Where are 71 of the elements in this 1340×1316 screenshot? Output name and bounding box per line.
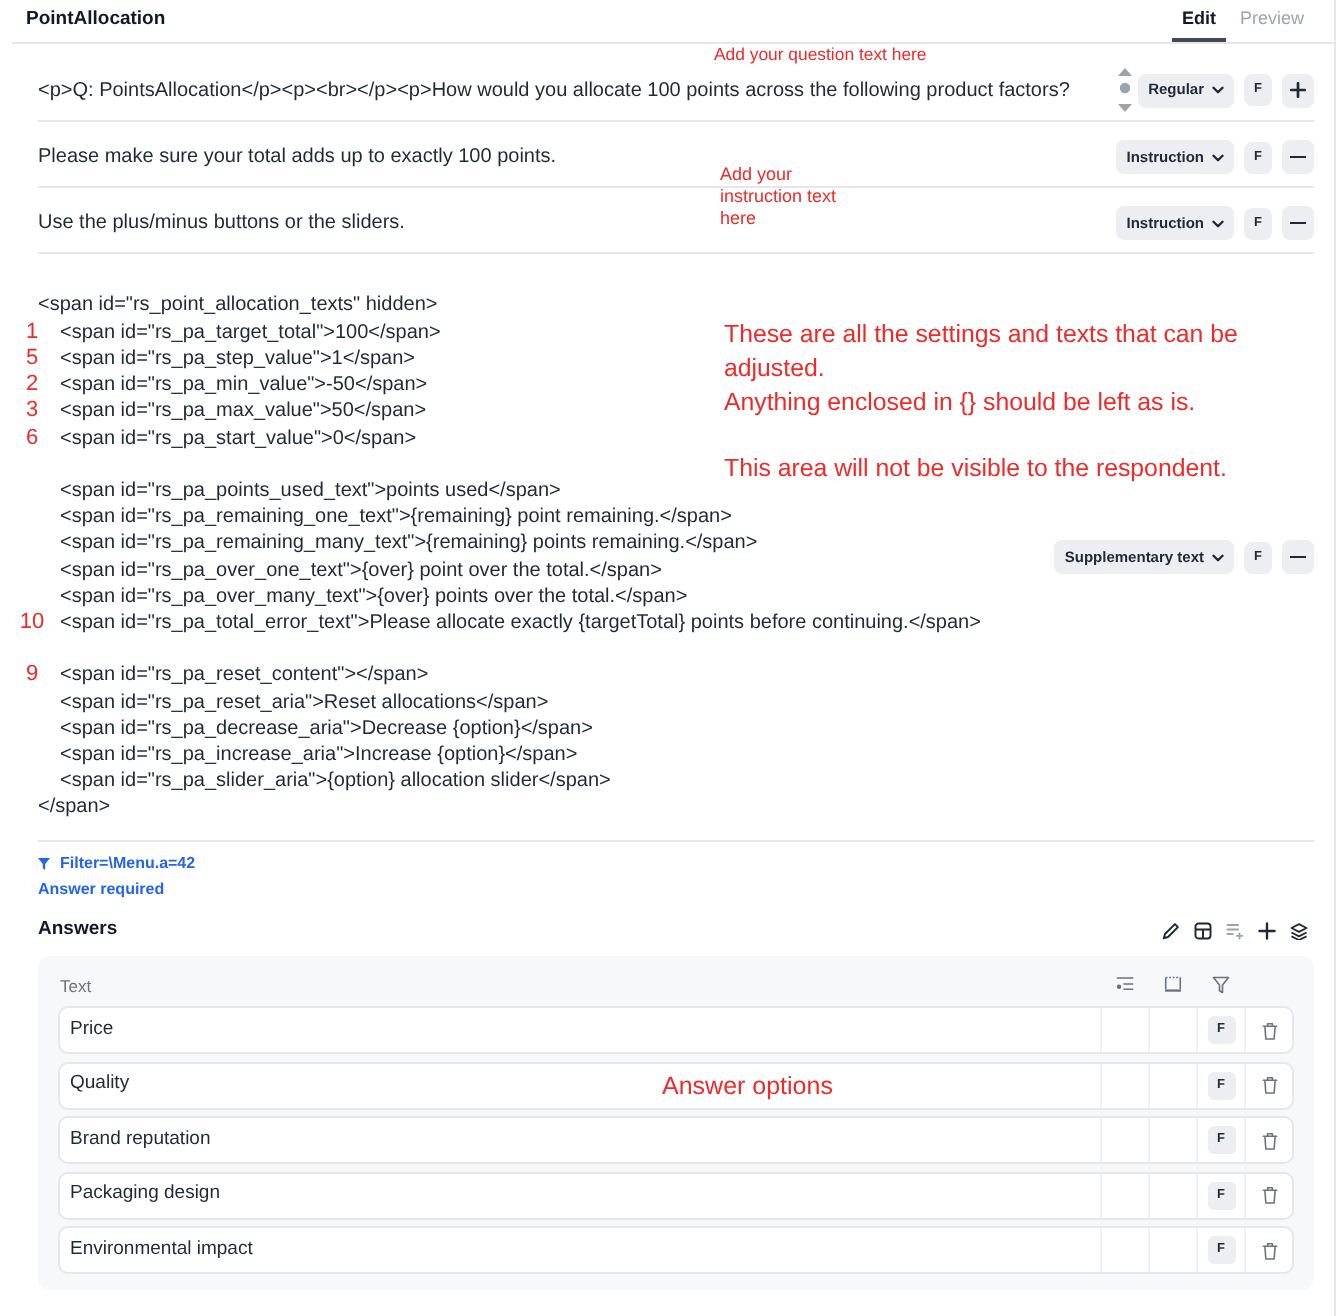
- annotation-text: Add your question text here: [714, 44, 927, 66]
- trash-icon[interactable]: [1261, 1241, 1277, 1259]
- trash-icon[interactable]: [1261, 1021, 1277, 1039]
- code-line: <span id="rs_pa_reset_aria">Reset allocations</span>: [60, 691, 549, 713]
- code-line: <span id="rs_point_allocation_texts" hidden>: [38, 294, 438, 317]
- marker-number: 10: [18, 609, 46, 637]
- filter-link[interactable]: Filter=\Menu.a=42: [60, 852, 196, 874]
- up-down-arrows-icon[interactable]: [1118, 68, 1133, 112]
- marker-number: 6: [23, 425, 41, 452]
- add-button[interactable]: [1282, 73, 1314, 107]
- minus-icon: [1290, 555, 1306, 559]
- text-field[interactable]: Use the plus/minus buttons or the sliders.: [38, 210, 405, 236]
- code-line: <span id="rs_pa_total_error_text">Please allocate exactly {targetTotal} points before continuing.</span>: [60, 611, 981, 634]
- minus-icon: [1290, 221, 1306, 225]
- code-line: <span id="rs_pa_start_value">0</span>: [60, 427, 417, 449]
- text-field[interactable]: <p>Q: PointsAllocation</p><p><br></p><p>How would you allocate 100 points across the following product factors?: [38, 77, 1070, 103]
- annotation-text: These are all the settings and texts that can be adjusted.: [724, 318, 1240, 386]
- answer-required-text: Answer required: [38, 878, 165, 900]
- marker-number: 9: [23, 662, 41, 689]
- page-title: PointAllocation: [26, 6, 166, 34]
- code-line: <span id="rs_pa_over_one_text">{over} point over the total.</span>: [60, 559, 662, 581]
- trash-icon[interactable]: [1261, 1131, 1277, 1149]
- minus-icon: [1290, 155, 1306, 159]
- plus-icon: [1290, 82, 1306, 98]
- chevron-down-icon: [1212, 553, 1224, 561]
- answer-text: Environmental impact: [70, 1235, 253, 1264]
- code-line: <span id="rs_pa_decrease_aria">Decrease {option}</span>: [60, 717, 593, 740]
- text-field[interactable]: Please make sure your total adds up to exactly 100 points.: [38, 144, 557, 170]
- code-line: <span id="rs_pa_increase_aria">Increase {option}</span>: [60, 743, 578, 766]
- section-title: Answers: [38, 915, 118, 944]
- annotation-text: Answer options: [662, 1070, 833, 1102]
- code-line: <span id="rs_pa_max_value">50</span>: [60, 400, 427, 423]
- answer-text: Price: [70, 1015, 114, 1044]
- code-line: <span id="rs_pa_min_value">-50</span>: [60, 374, 428, 397]
- pencil-icon[interactable]: [1162, 921, 1180, 939]
- code-line: <span id="rs_pa_remaining_one_text">{remaining} point remaining.</span>: [60, 506, 732, 529]
- chevron-down-icon: [1212, 219, 1224, 227]
- code-line: <span id="rs_pa_step_value">1</span>: [60, 347, 416, 370]
- code-line: <span id="rs_pa_points_used_text">points used</span>: [60, 479, 561, 502]
- code-line: <span id="rs_pa_target_total">100</span>: [60, 321, 441, 344]
- code-line: </span>: [38, 796, 111, 819]
- answer-text: Quality: [70, 1070, 130, 1099]
- frame-icon[interactable]: [1163, 976, 1181, 992]
- column-header: Text: [60, 976, 92, 996]
- list-settings-icon[interactable]: [1115, 976, 1133, 992]
- remove-button[interactable]: [1282, 140, 1314, 174]
- marker-number: 2: [23, 372, 41, 399]
- code-line: <span id="rs_pa_reset_content"></span>: [60, 664, 429, 687]
- filter-icon[interactable]: [1211, 975, 1229, 993]
- answer-text: Packaging design: [70, 1180, 220, 1209]
- answer-text: Brand reputation: [70, 1125, 211, 1154]
- filter-icon: [38, 857, 50, 869]
- remove-button[interactable]: [1282, 206, 1314, 240]
- marker-number: 1: [23, 319, 41, 346]
- chevron-down-icon: [1212, 86, 1224, 94]
- marker-number: 5: [23, 345, 41, 373]
- annotation-text: Add your instruction text here: [720, 164, 839, 230]
- annotation-text: This area will not be visible to the respondent.: [724, 452, 1229, 486]
- remove-button[interactable]: [1282, 540, 1314, 574]
- code-line: <span id="rs_pa_remaining_many_text">{remaining} points remaining.</span>: [60, 532, 758, 555]
- marker-number: 3: [23, 398, 41, 425]
- chevron-down-icon: [1212, 153, 1224, 161]
- trash-icon[interactable]: [1261, 1186, 1277, 1204]
- layers-icon[interactable]: [1290, 921, 1308, 939]
- code-line: <span id="rs_pa_over_many_text">{over} points over the total.</span>: [60, 585, 688, 608]
- layout-icon[interactable]: [1194, 921, 1212, 939]
- code-line: <span id="rs_pa_slider_aria">{option} allocation slider</span>: [60, 770, 611, 793]
- trash-icon[interactable]: [1261, 1076, 1277, 1094]
- tab[interactable]: Edit: [1171, 0, 1226, 42]
- plus-icon[interactable]: [1258, 921, 1276, 939]
- annotation-text: Anything enclosed in {} should be left as is.: [724, 386, 1198, 420]
